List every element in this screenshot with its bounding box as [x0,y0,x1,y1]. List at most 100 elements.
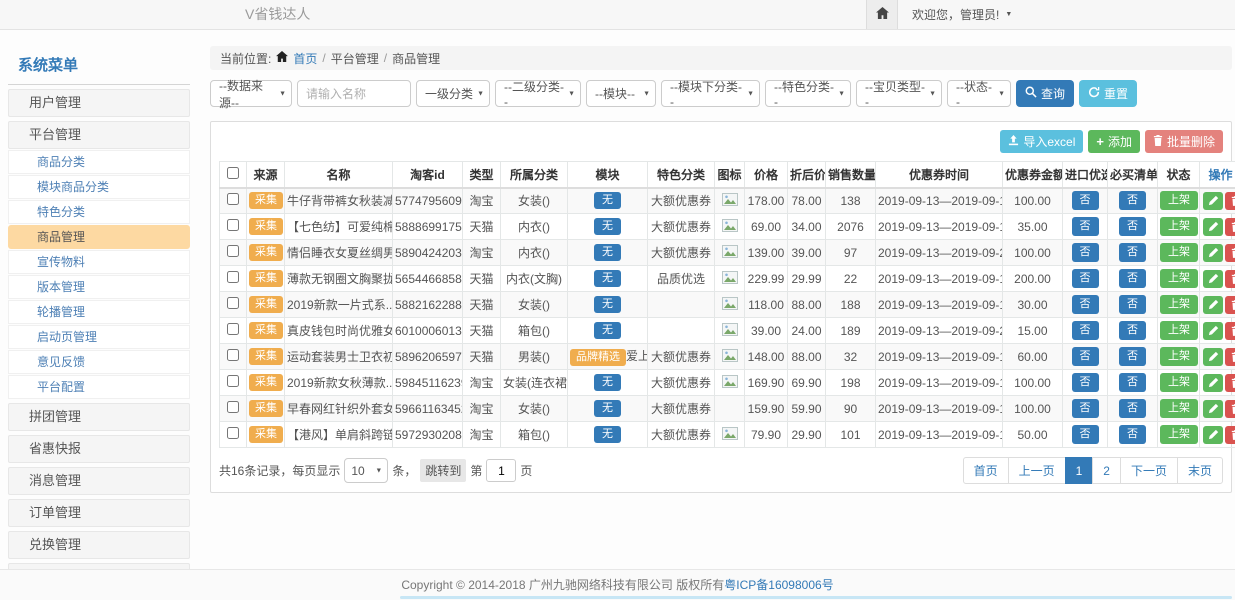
filter-select-status[interactable]: --状态--▼ [947,80,1011,107]
filter-select-feature[interactable]: --特色分类--▼ [765,80,851,107]
status-button[interactable]: 上架 [1160,295,1198,314]
import-select-toggle[interactable]: 否 [1072,347,1099,366]
import-select-toggle[interactable]: 否 [1072,217,1099,236]
must-buy-toggle[interactable]: 否 [1119,217,1146,236]
sidebar-item-sub[interactable]: 商品分类 [8,150,190,174]
delete-button[interactable] [1225,244,1235,262]
row-checkbox[interactable] [227,297,239,309]
pager-button[interactable]: 首页 [963,457,1009,484]
sidebar-item-top[interactable]: 订单管理 [8,499,190,527]
delete-button[interactable] [1225,192,1235,210]
status-button[interactable]: 上架 [1160,347,1198,366]
sidebar-item-top[interactable]: 兑换管理 [8,531,190,559]
row-checkbox[interactable] [227,219,239,231]
import-select-toggle[interactable]: 否 [1072,321,1099,340]
must-buy-toggle[interactable]: 否 [1119,269,1146,288]
status-button[interactable]: 上架 [1160,321,1198,340]
reset-button[interactable]: 重置 [1079,80,1137,107]
row-checkbox[interactable] [227,427,239,439]
must-buy-toggle[interactable]: 否 [1119,399,1146,418]
jump-button[interactable]: 跳转到 [420,459,466,482]
delete-button[interactable] [1225,348,1235,366]
status-button[interactable]: 上架 [1160,269,1198,288]
edit-button[interactable] [1203,192,1223,210]
select-all-checkbox[interactable] [227,167,239,179]
delete-button[interactable] [1225,218,1235,236]
icp-link[interactable]: 粤ICP备16098006号 [724,578,833,592]
sidebar-item-top[interactable]: 省惠快报 [8,435,190,463]
name-search-input[interactable] [297,80,411,107]
sidebar-item-sub[interactable]: 版本管理 [8,275,190,299]
must-buy-toggle[interactable]: 否 [1119,373,1146,392]
batch-delete-button[interactable]: 批量删除 [1145,130,1223,153]
filter-select-module-sub[interactable]: --模块下分类--▼ [661,80,760,107]
status-button[interactable]: 上架 [1160,243,1198,262]
row-checkbox[interactable] [227,323,239,335]
must-buy-toggle[interactable]: 否 [1119,347,1146,366]
delete-button[interactable] [1225,296,1235,314]
delete-button[interactable] [1225,322,1235,340]
horizontal-scrollbar[interactable] [400,596,1232,599]
sidebar-item-sub[interactable]: 模块商品分类 [8,175,190,199]
sidebar-item-top[interactable]: 用户管理 [8,89,190,117]
sidebar-item-sub[interactable]: 特色分类 [8,200,190,224]
home-button[interactable] [866,0,898,29]
row-checkbox[interactable] [227,349,239,361]
edit-button[interactable] [1203,296,1223,314]
status-button[interactable]: 上架 [1160,399,1198,418]
must-buy-toggle[interactable]: 否 [1119,425,1146,444]
import-select-toggle[interactable]: 否 [1072,399,1099,418]
edit-button[interactable] [1203,322,1223,340]
filter-select-item-type[interactable]: --宝贝类型--▼ [856,80,942,107]
edit-button[interactable] [1203,426,1223,444]
must-buy-toggle[interactable]: 否 [1119,295,1146,314]
import-excel-button[interactable]: 导入excel [1000,130,1083,153]
status-button[interactable]: 上架 [1160,217,1198,236]
delete-button[interactable] [1225,400,1235,418]
sidebar-item-sub[interactable]: 平台配置 [8,375,190,399]
pager-button[interactable]: 上一页 [1008,457,1066,484]
sidebar-item-top[interactable]: 平台管理 [8,121,190,149]
edit-button[interactable] [1203,218,1223,236]
pager-button[interactable]: 末页 [1177,457,1223,484]
edit-button[interactable] [1203,348,1223,366]
row-checkbox[interactable] [227,193,239,205]
import-select-toggle[interactable]: 否 [1072,269,1099,288]
status-button[interactable]: 上架 [1160,191,1198,210]
filter-select-data-source[interactable]: --数据来源--▼ [210,80,292,107]
search-button[interactable]: 查询 [1016,80,1074,107]
sidebar-item-sub[interactable]: 宣传物料 [8,250,190,274]
row-checkbox[interactable] [227,271,239,283]
sidebar-item-sub[interactable]: 意见反馈 [8,350,190,374]
import-select-toggle[interactable]: 否 [1072,373,1099,392]
sidebar-item-top[interactable]: 消息管理 [8,467,190,495]
pager-button[interactable]: 1 [1065,457,1094,484]
delete-button[interactable] [1225,270,1235,288]
status-button[interactable]: 上架 [1160,373,1198,392]
breadcrumb-home-link[interactable]: 首页 [293,50,317,67]
import-select-toggle[interactable]: 否 [1072,243,1099,262]
per-page-select[interactable]: 10▼ [344,458,388,483]
must-buy-toggle[interactable]: 否 [1119,321,1146,340]
filter-select-level1[interactable]: 一级分类▼ [416,80,490,107]
filter-select-level2[interactable]: --二级分类--▼ [495,80,581,107]
delete-button[interactable] [1225,374,1235,392]
import-select-toggle[interactable]: 否 [1072,425,1099,444]
must-buy-toggle[interactable]: 否 [1119,243,1146,262]
sidebar-item-sub[interactable]: 轮播管理 [8,300,190,324]
status-button[interactable]: 上架 [1160,425,1198,444]
edit-button[interactable] [1203,400,1223,418]
user-menu[interactable]: 欢迎您，管理员! ▼ [898,0,1012,29]
sidebar-item-top[interactable]: 拼团管理 [8,403,190,431]
sidebar-item-active[interactable]: 商品管理 [8,225,190,249]
import-select-toggle[interactable]: 否 [1072,295,1099,314]
edit-button[interactable] [1203,270,1223,288]
edit-button[interactable] [1203,374,1223,392]
page-jump-input[interactable] [486,459,516,482]
sidebar-item-sub[interactable]: 启动页管理 [8,325,190,349]
must-buy-toggle[interactable]: 否 [1119,191,1146,210]
row-checkbox[interactable] [227,401,239,413]
import-select-toggle[interactable]: 否 [1072,191,1099,210]
add-button[interactable]: + 添加 [1088,130,1140,153]
row-checkbox[interactable] [227,375,239,387]
